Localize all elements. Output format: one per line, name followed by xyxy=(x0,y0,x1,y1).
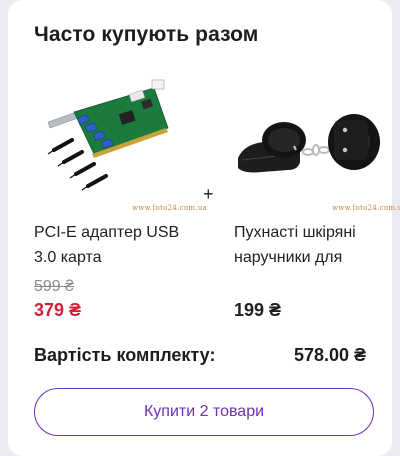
product-name[interactable]: Пухнасті шкіряні наручники для xyxy=(234,220,394,270)
leather-cuffs-image xyxy=(238,114,380,173)
image-watermark: www.foto24.com.ua xyxy=(332,204,400,212)
product-card-usb-adapter[interactable]: www.foto24.com.ua PCI-E адаптер USB 3.0 … xyxy=(34,70,207,320)
bundle-total-label: Вартість комплекту: xyxy=(34,345,216,365)
product-image-usb-card[interactable]: www.foto24.com.ua xyxy=(34,70,207,212)
product-name[interactable]: PCI-E адаптер USB 3.0 карта xyxy=(34,220,194,270)
image-watermark: www.foto24.com.ua xyxy=(132,204,208,212)
usb-pcie-card-image xyxy=(47,79,169,191)
old-price: 599 ₴ xyxy=(34,278,75,295)
product-card-cuffs[interactable]: www.foto24.com.ua Пухнасті шкіряні наруч… xyxy=(234,70,400,320)
product-image-cuffs[interactable]: www.foto24.com.ua xyxy=(234,70,400,212)
buy-bundle-button[interactable]: Купити 2 товари xyxy=(34,388,374,436)
bundle-total-value: 578.00 ₴ xyxy=(293,345,366,365)
section-title: Часто купують разом xyxy=(34,23,259,46)
sale-price: 379 ₴ xyxy=(34,300,82,320)
price: 199 ₴ xyxy=(234,300,282,320)
plus-icon: + xyxy=(203,184,214,204)
frequently-bought-together-card: Часто купують разом www.foto24.com.ua PC… xyxy=(8,0,400,456)
